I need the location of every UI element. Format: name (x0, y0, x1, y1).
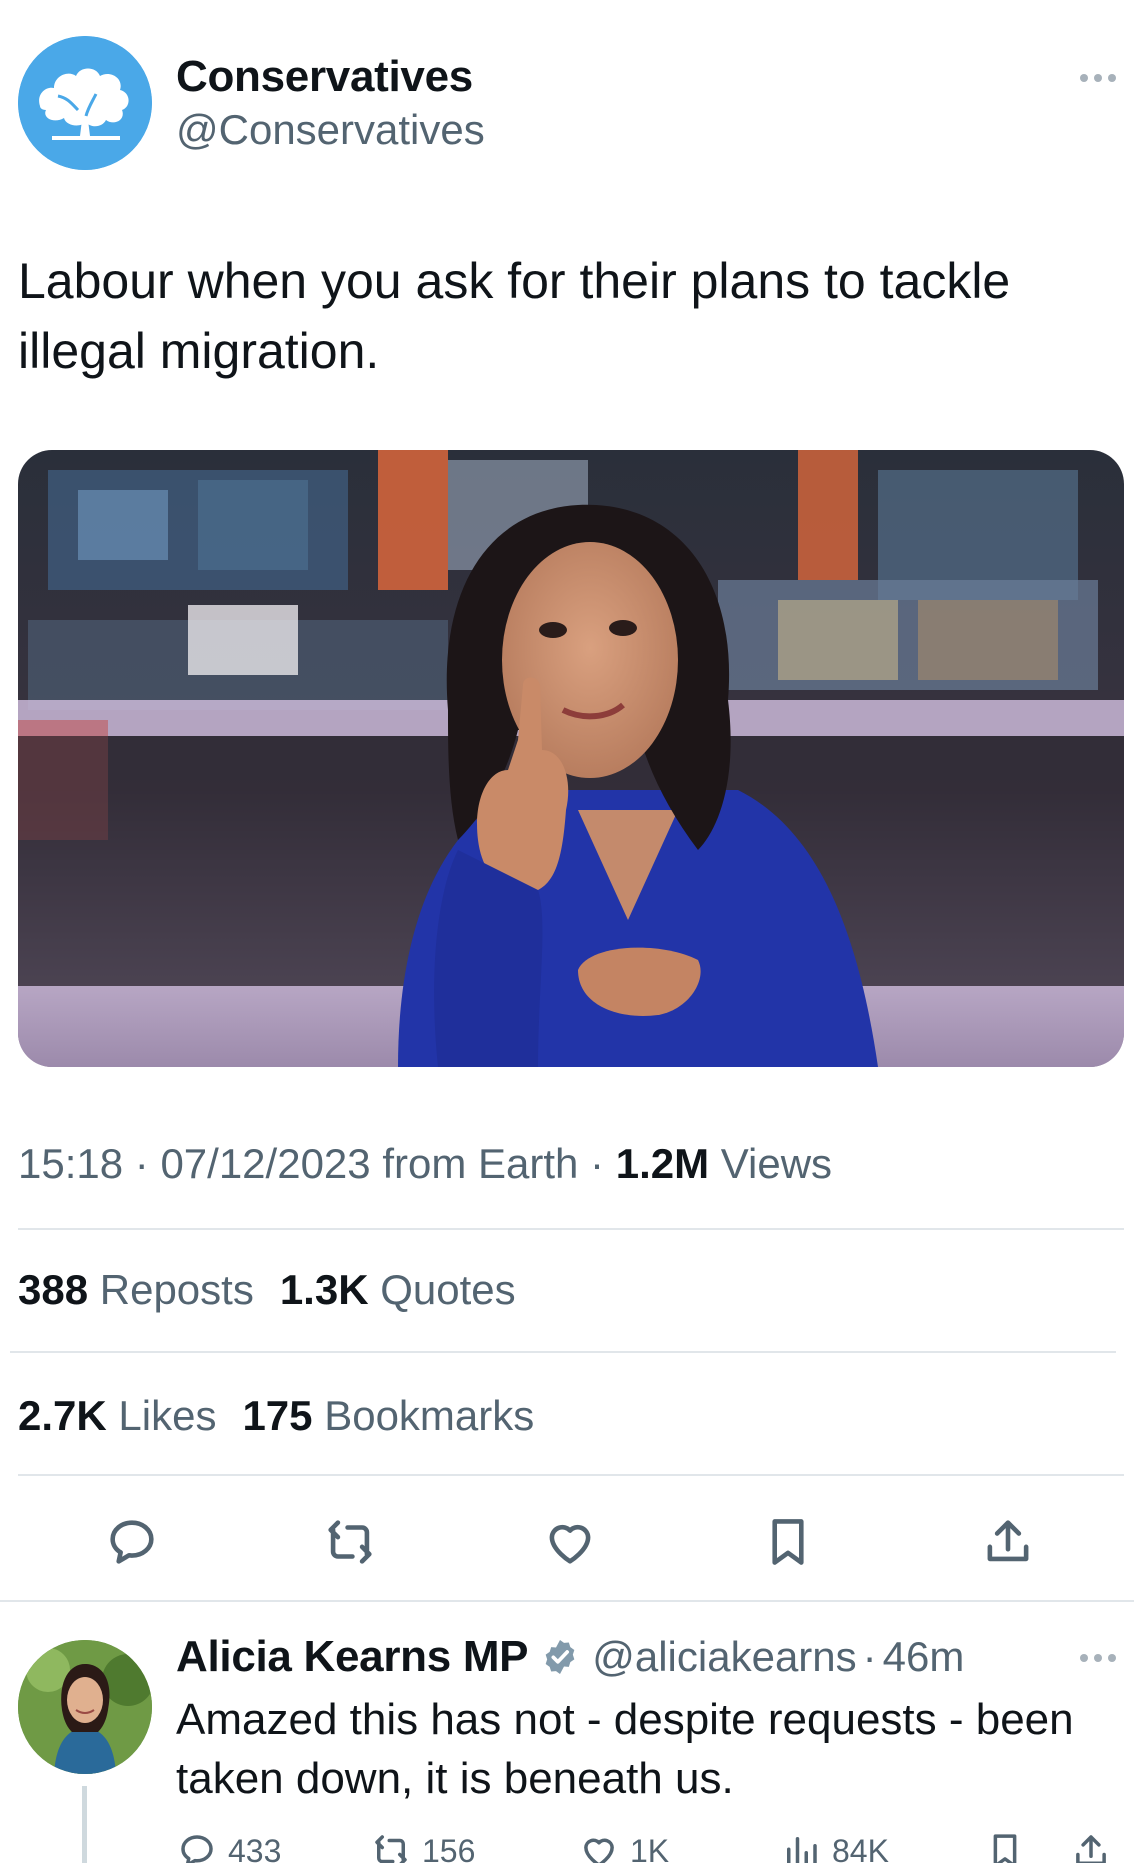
repost-icon (375, 1835, 407, 1863)
bookmarks-stat[interactable]: 175 Bookmarks (242, 1392, 534, 1440)
bookmark-icon (993, 1834, 1017, 1863)
quotes-stat[interactable]: 1.3K Quotes (280, 1266, 516, 1314)
reply-time[interactable]: 46m (883, 1633, 965, 1681)
reply-icon (110, 1520, 154, 1564)
tweet-media-image[interactable] (18, 450, 1124, 1067)
avatar[interactable] (18, 36, 152, 170)
reply-bookmark-button[interactable] (984, 1830, 1026, 1863)
likes-count: 2.7K (18, 1392, 107, 1439)
views-label: Views (709, 1140, 833, 1187)
avatar-photo (18, 1640, 152, 1774)
reply-separator: · (862, 1633, 877, 1680)
tweet-time[interactable]: 15:18 (18, 1140, 123, 1187)
views-chart-icon (787, 1837, 817, 1863)
reply-author-name[interactable]: Alicia Kearns MP (176, 1632, 529, 1682)
like-icon (584, 1838, 614, 1863)
more-options-icon[interactable] (1073, 58, 1123, 98)
thread-line (82, 1786, 87, 1863)
divider (18, 1474, 1124, 1476)
repost-button[interactable] (320, 1512, 380, 1572)
likes-stat[interactable]: 2.7K Likes (18, 1392, 216, 1440)
reposts-label: Reposts (99, 1266, 254, 1313)
meta-separator: · (578, 1140, 616, 1187)
bookmark-button[interactable] (758, 1512, 818, 1572)
reposts-count: 388 (18, 1266, 89, 1313)
likes-label: Likes (118, 1392, 217, 1439)
divider (0, 1600, 1134, 1602)
reply-icon (181, 1835, 213, 1863)
views-count: 84K (832, 1832, 889, 1863)
like-button[interactable] (540, 1512, 600, 1572)
oak-tree-logo-icon (18, 36, 152, 170)
more-options-icon[interactable] (1073, 1638, 1123, 1678)
reply-text: Amazed this has not - despite requests -… (176, 1695, 1074, 1803)
stats-row-engagement: 388 Reposts 1.3K Quotes (18, 1266, 516, 1314)
reply-views-button[interactable]: 84K (780, 1830, 889, 1863)
divider (10, 1351, 1116, 1353)
repost-icon (328, 1520, 372, 1564)
author-handle[interactable]: @Conservatives (176, 106, 485, 154)
share-icon (987, 1520, 1029, 1562)
like-count: 1K (630, 1832, 670, 1863)
reply-like-button[interactable]: 1K (578, 1830, 669, 1863)
share-icon (1076, 1835, 1106, 1863)
reply-button[interactable] (102, 1512, 162, 1572)
quotes-label: Quotes (380, 1266, 516, 1313)
reply-reply-button[interactable]: 433 (176, 1830, 281, 1863)
views-count: 1.2M (615, 1140, 710, 1187)
repost-count: 156 (422, 1832, 476, 1863)
quotes-count: 1.3K (279, 1266, 369, 1313)
bookmarks-count: 175 (242, 1392, 313, 1439)
news-presenter-photo (18, 450, 1124, 1067)
bookmark-icon (772, 1519, 804, 1565)
meta-separator: · (123, 1140, 161, 1187)
bookmarks-label: Bookmarks (324, 1392, 535, 1439)
reply-repost-button[interactable]: 156 (370, 1830, 475, 1863)
reply-author-handle[interactable]: @aliciakearns (592, 1633, 856, 1681)
reply-share-button[interactable] (1070, 1830, 1112, 1863)
author-name[interactable]: Conservatives (176, 52, 473, 102)
divider (18, 1228, 1124, 1230)
tweet-source: from Earth (370, 1140, 579, 1187)
reposts-stat[interactable]: 388 Reposts (18, 1266, 254, 1314)
share-button[interactable] (978, 1512, 1038, 1572)
reply-count: 433 (228, 1832, 282, 1863)
stats-row-likes: 2.7K Likes 175 Bookmarks (18, 1392, 534, 1440)
verified-badge-icon (545, 1640, 575, 1674)
reply-avatar[interactable] (18, 1640, 152, 1774)
like-icon (549, 1524, 591, 1564)
tweet-text: Labour when you ask for their plans to t… (18, 253, 1011, 379)
reply-header: Alicia Kearns MP @aliciakearns · 46m (176, 1632, 964, 1682)
tweet-meta: 15:18 · 07/12/2023 from Earth · 1.2M Vie… (18, 1140, 832, 1188)
tweet-date[interactable]: 07/12/2023 (160, 1140, 370, 1187)
